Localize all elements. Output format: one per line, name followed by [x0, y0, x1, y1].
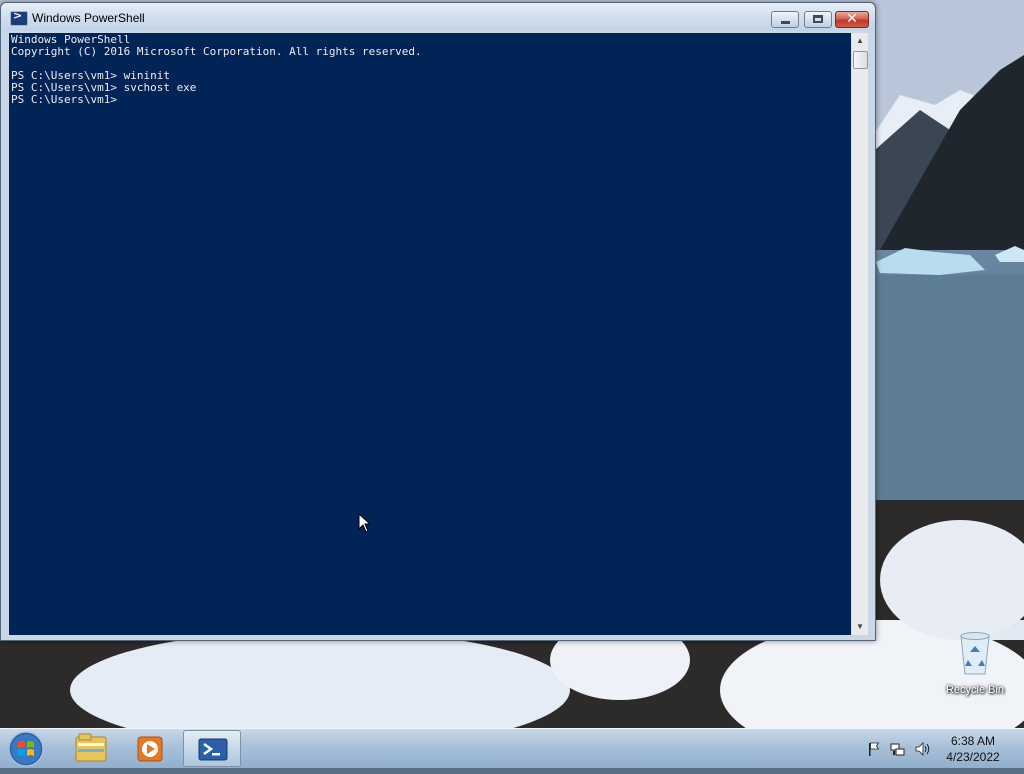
taskbar-clock[interactable]: 6:38 AM 4/23/2022: [930, 733, 1016, 765]
windows-explorer-icon: [75, 733, 107, 762]
scroll-down-icon[interactable]: ▼: [852, 619, 868, 635]
action-center-flag-icon[interactable]: [866, 741, 882, 757]
console-output: Windows PowerShell Copyright (C) 2016 Mi…: [9, 33, 851, 107]
windows-logo-icon: [8, 731, 44, 767]
close-icon: ✕: [846, 11, 858, 27]
console-area[interactable]: Windows PowerShell Copyright (C) 2016 Mi…: [9, 33, 851, 635]
powershell-icon: [198, 738, 228, 761]
window-titlebar[interactable]: > Windows PowerShell ✕: [1, 3, 875, 31]
console-prompt[interactable]: PS C:\Users\vm1>: [11, 93, 117, 106]
close-button[interactable]: ✕: [835, 11, 869, 28]
taskbar-windows-explorer-button[interactable]: [62, 730, 120, 767]
vertical-scrollbar[interactable]: ▲ ▼: [851, 33, 868, 635]
scroll-thumb[interactable]: [853, 51, 868, 69]
window-title: Windows PowerShell: [32, 11, 145, 25]
minimize-icon: [781, 21, 790, 24]
clock-date: 4/23/2022: [946, 750, 1000, 764]
taskbar-powershell-button[interactable]: [183, 730, 241, 767]
recycle-bin-icon: [960, 632, 990, 675]
taskbar: 6:38 AM 4/23/2022: [0, 728, 1024, 768]
recycle-bin-label: Recycle Bin: [945, 684, 1005, 696]
clock-time: 6:38 AM: [950, 734, 996, 748]
powershell-icon: >: [10, 9, 28, 26]
maximize-icon: [813, 15, 823, 23]
taskbar-media-player-button[interactable]: [122, 730, 180, 767]
start-button[interactable]: [4, 729, 48, 769]
maximize-button[interactable]: [804, 11, 832, 28]
volume-icon[interactable]: [914, 741, 930, 757]
console-line: Copyright (C) 2016 Microsoft Corporation…: [11, 45, 422, 58]
desktop-icon-recycle-bin[interactable]: Recycle Bin: [940, 628, 1010, 700]
network-icon[interactable]: [890, 741, 906, 757]
minimize-button[interactable]: [771, 11, 799, 28]
media-player-icon: [137, 736, 163, 762]
powershell-window[interactable]: > Windows PowerShell ✕ Windows PowerShel…: [0, 2, 876, 641]
scroll-up-icon[interactable]: ▲: [852, 33, 868, 49]
mouse-pointer-icon: [358, 513, 372, 533]
